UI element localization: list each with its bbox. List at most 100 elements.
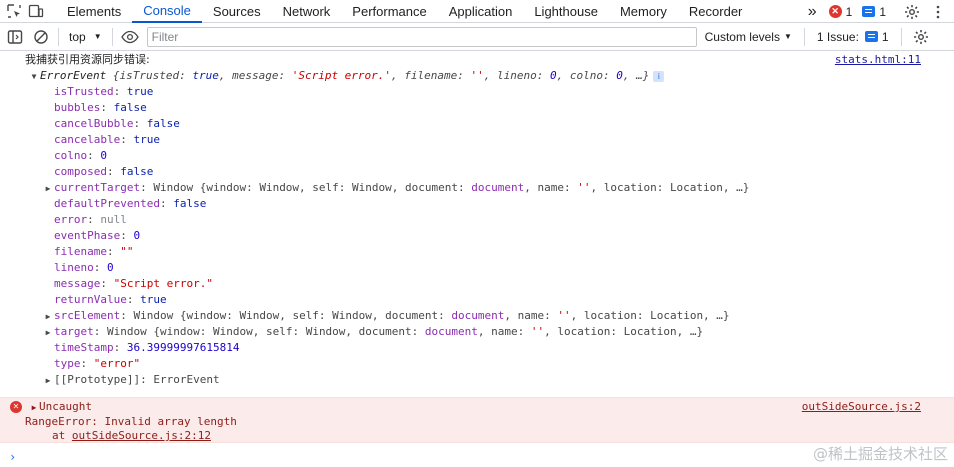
expanded-triangle-icon[interactable]: ▼ (28, 69, 40, 85)
more-tabs-button[interactable]: » (796, 0, 829, 23)
property-row: error: null (0, 212, 954, 228)
property-colon: : (113, 341, 127, 354)
property-key: cancelable (54, 133, 121, 146)
property-colon: : (100, 101, 114, 114)
settings-gear-icon[interactable] (902, 2, 922, 22)
property-row: defaultPrevented: false (0, 196, 954, 212)
info-icon[interactable]: i (653, 70, 665, 82)
context-label: top (69, 29, 86, 44)
context-selector[interactable]: top ▼ (63, 30, 108, 44)
preview-value: '' (470, 69, 484, 82)
preview-value: 0 (616, 69, 623, 82)
collapsed-triangle-icon[interactable]: ▶ (42, 373, 54, 389)
collapsed-triangle-icon[interactable]: ▶ (42, 309, 54, 325)
property-colon: : (80, 357, 94, 370)
preview-text: , colno: (556, 69, 617, 82)
tab-recorder[interactable]: Recorder (678, 0, 753, 23)
property-value: "error" (93, 357, 141, 370)
property-key: timeStamp (54, 341, 114, 354)
error-title: Uncaught (39, 400, 92, 413)
preview-value: document (424, 325, 478, 338)
tab-application[interactable]: Application (438, 0, 524, 23)
property-row: filename: "" (0, 244, 954, 260)
preview-text: , lineno: (483, 69, 551, 82)
log-levels-dropdown[interactable]: Custom levels ▼ (697, 30, 800, 44)
clear-console-icon[interactable] (28, 24, 54, 50)
live-expression-eye-icon[interactable] (117, 24, 143, 50)
error-header[interactable]: ▶ Uncaught (29, 400, 92, 415)
property-value: false (113, 101, 147, 114)
property-key: colno (54, 149, 88, 162)
toolbar-divider (58, 27, 59, 46)
message-count-badge[interactable]: 1 (862, 5, 886, 19)
property-key: returnValue (54, 293, 127, 306)
device-toolbar-icon[interactable] (26, 1, 46, 21)
property-colon: : (140, 373, 154, 386)
filter-input[interactable]: Filter (146, 26, 697, 47)
property-value: 0 (133, 229, 141, 242)
preview-value: '' (530, 325, 545, 338)
console-prompt[interactable]: › (9, 450, 16, 464)
issues-button[interactable]: 1 Issue: 1 (809, 30, 897, 44)
sidebar-toggle-icon[interactable] (2, 24, 28, 50)
chevron-down-icon: ▼ (783, 32, 792, 41)
tab-performance[interactable]: Performance (341, 0, 437, 23)
kebab-menu-icon[interactable] (928, 2, 948, 22)
preview-value: '' (557, 309, 571, 322)
property-value: true (133, 133, 160, 146)
preview-text: , message: (218, 69, 292, 82)
property-key: type (54, 357, 81, 370)
chevron-down-icon: ▼ (93, 32, 102, 41)
property-list: isTrusted: true bubbles: false cancelBubbl… (0, 84, 954, 388)
log-header-line: 我捕获引用资源同步错误: stats.html:11 (0, 52, 954, 68)
message-count: 1 (879, 4, 886, 19)
property-key: bubbles (54, 101, 101, 114)
property-row[interactable]: ▶ currentTarget: Window {window: Window, … (0, 180, 954, 196)
issues-count: 1 (881, 29, 889, 44)
tab-console[interactable]: Console (132, 0, 202, 23)
error-event-object[interactable]: ▼ ErrorEvent {isTrusted: true, message: '… (0, 68, 954, 84)
preview-text: {isTrusted: (112, 69, 193, 82)
error-source-link[interactable]: outSideSource.js:2 (802, 400, 921, 414)
toolbar-divider (111, 27, 113, 46)
property-row: timeStamp: 36.39999997615814 (0, 340, 954, 356)
property-row[interactable]: ▶ [[Prototype]]: ErrorEvent (0, 372, 954, 388)
property-row[interactable]: ▶ srcElement: Window {window: Window, sel… (0, 308, 954, 324)
property-row[interactable]: ▶ target: Window {window: Window, self: W… (0, 324, 954, 340)
stack-frame-link[interactable]: outSideSource.js:2:12 (72, 429, 211, 442)
log-source-link[interactable]: stats.html:11 (835, 52, 921, 68)
property-key: composed (54, 165, 107, 178)
property-colon: : (126, 293, 141, 306)
preview-value: '' (577, 181, 591, 194)
property-colon: : (93, 261, 107, 274)
tab-sources[interactable]: Sources (202, 0, 272, 23)
console-settings-gear-icon[interactable] (908, 24, 934, 50)
property-row: isTrusted: true (0, 84, 954, 100)
collapsed-triangle-icon[interactable]: ▶ (42, 181, 54, 197)
preview-value: true (192, 69, 219, 82)
property-row: cancelable: true (0, 132, 954, 148)
preview-text: , filename: (391, 69, 471, 82)
property-colon: : (106, 165, 121, 178)
preview-text: , …} (622, 69, 650, 82)
property-value: "Script error." (113, 277, 213, 290)
property-key: filename (54, 245, 107, 258)
collapsed-triangle-icon[interactable]: ▶ (29, 401, 39, 415)
error-count-badge[interactable]: ✕ 1 (828, 5, 852, 19)
object-class-name: ErrorEvent (40, 69, 107, 82)
tab-elements[interactable]: Elements (56, 0, 132, 23)
property-key: message (54, 277, 101, 290)
inspect-element-icon[interactable] (4, 1, 24, 21)
tab-lighthouse[interactable]: Lighthouse (523, 0, 609, 23)
preview-value: 'Script error.' (291, 69, 392, 82)
tab-memory[interactable]: Memory (609, 0, 678, 23)
property-value: false (146, 117, 180, 130)
issue-message-icon (864, 31, 878, 42)
property-value: true (140, 293, 167, 306)
preview-text: {window: Window, self: Window, document: (199, 181, 472, 194)
tab-network[interactable]: Network (272, 0, 342, 23)
property-row: colno: 0 (0, 148, 954, 164)
collapsed-triangle-icon[interactable]: ▶ (42, 325, 54, 341)
property-row: lineno: 0 (0, 260, 954, 276)
property-value: true (126, 85, 154, 98)
